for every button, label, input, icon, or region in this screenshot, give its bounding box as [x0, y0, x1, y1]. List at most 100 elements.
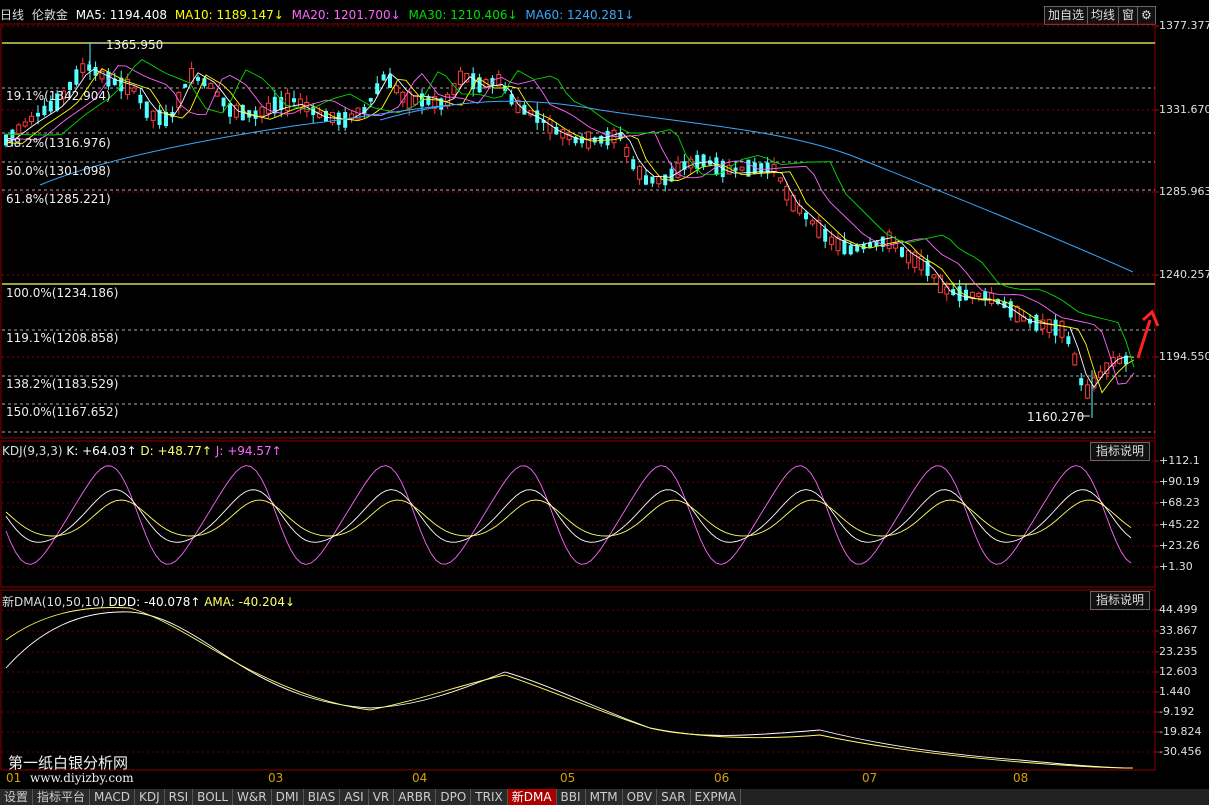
kdj-tick: +68.23 [1159, 496, 1200, 509]
candle-body [957, 286, 962, 302]
candle-body [426, 96, 431, 105]
candle-body [624, 146, 630, 158]
kdj-d-line [5, 499, 1132, 537]
candle-body [599, 135, 604, 144]
tab-bias[interactable]: BIAS [303, 789, 341, 805]
dma-ddd-line [5, 611, 1134, 769]
dma-tick: -9.192 [1159, 705, 1195, 718]
x-tick: 03 [268, 771, 284, 785]
kdj-explain-button[interactable]: 指标说明 [1090, 442, 1150, 461]
tab-sar[interactable]: SAR [657, 789, 691, 805]
candle-body [1117, 356, 1123, 364]
candle-body [74, 69, 79, 85]
candle-body [644, 175, 648, 185]
candle-body [451, 83, 457, 96]
kdj-panel-frame [0, 440, 1156, 588]
candle-body [343, 112, 348, 128]
kdj-tick: +112.1 [1159, 454, 1200, 467]
candle-body [1014, 306, 1020, 323]
kdj-tick: +45.22 [1159, 518, 1200, 531]
x-tick: 05 [560, 771, 576, 785]
candle-body [228, 103, 232, 117]
tab-kdj[interactable]: KDJ [135, 789, 165, 805]
fib-label: 138.2%(1183.529) [6, 377, 119, 391]
candle-body [1046, 319, 1052, 333]
candle-body [809, 220, 815, 225]
dma-tick: 23.235 [1159, 645, 1198, 658]
tab-asi[interactable]: ASI [340, 789, 369, 805]
dma-title: 新DMA(10,50,10) [2, 595, 105, 609]
tab-trix[interactable]: TRIX [471, 789, 508, 805]
candle-body [80, 63, 86, 73]
candle-body [759, 163, 764, 173]
dma-tick: 12.603 [1159, 665, 1198, 678]
dma-explain-button[interactable]: 指标说明 [1090, 591, 1150, 610]
candle-body [637, 165, 643, 180]
candle-body [183, 84, 188, 88]
candle-body [259, 106, 265, 117]
candle-body [650, 176, 655, 184]
tab-boll[interactable]: BOLL [193, 789, 234, 805]
tab-dmi[interactable]: DMI [271, 789, 304, 805]
candle-body [848, 245, 853, 255]
candle-body [457, 70, 463, 86]
tab-mtm[interactable]: MTM [585, 789, 623, 805]
candle-body [406, 91, 412, 109]
tab-vr[interactable]: VR [368, 789, 395, 805]
tab-obv[interactable]: OBV [622, 789, 658, 805]
candle-body [777, 177, 783, 182]
watermark-url: www.diyizby.com [30, 771, 134, 785]
candle-body [144, 101, 149, 118]
candle-body [989, 292, 995, 304]
tab-new-dma[interactable]: 新DMA [507, 789, 557, 805]
tab-arbr[interactable]: ARBR [394, 789, 437, 805]
dma-ama-line [5, 607, 1134, 769]
ma10-line [5, 68, 1135, 394]
candle-body [131, 87, 137, 92]
candle-body [368, 98, 373, 102]
tab-bbi[interactable]: BBI [556, 789, 586, 805]
high-annotation: 1365.950 [106, 38, 164, 52]
tab-indicator-platform[interactable]: 指标平台 [33, 789, 91, 805]
kdj-k-readout: K: +64.03↑ [66, 444, 137, 458]
candle-body [279, 97, 284, 110]
candle-body [1059, 320, 1065, 338]
fib-label: 38.2%(1316.976) [6, 136, 111, 150]
candle-body [221, 97, 226, 107]
candle-body [605, 130, 610, 146]
candle-body [829, 236, 835, 245]
x-tick: 01 [6, 771, 22, 785]
price-tick: 1285.963 [1159, 185, 1209, 198]
candle-body [297, 98, 303, 108]
tab-settings[interactable]: 设置 [0, 789, 34, 805]
tab-dpo[interactable]: DPO [436, 789, 472, 805]
price-tick: 1240.257 [1159, 268, 1209, 281]
chart-canvas[interactable] [0, 0, 1209, 789]
low-annotation: 1160.270 [1027, 410, 1085, 424]
kdj-header: KDJ(9,3,3) K: +64.03↑ D: +48.77↑ J: +94.… [2, 444, 282, 458]
price-tick: 1194.550 [1159, 350, 1209, 363]
candle-body [739, 166, 745, 171]
tab-rsi[interactable]: RSI [164, 789, 194, 805]
ma60-line [379, 100, 1134, 273]
candle-body [1053, 319, 1058, 336]
tab-macd[interactable]: MACD [90, 789, 136, 805]
candle-body [547, 118, 553, 134]
dma-tick: -30.456 [1159, 745, 1202, 758]
price-tick: 1331.670 [1159, 103, 1209, 116]
candle-body [375, 83, 380, 95]
candle-body [87, 64, 92, 71]
candle-body [16, 124, 22, 135]
tab-expma[interactable]: EXPMA [690, 789, 742, 805]
candle-body [36, 112, 40, 117]
candle-body [733, 167, 738, 171]
fib-label: 150.0%(1167.652) [6, 405, 119, 419]
x-tick: 04 [412, 771, 428, 785]
candle-body [701, 154, 706, 167]
fib-label: 50.0%(1301.098) [6, 164, 111, 178]
candle-body [669, 168, 674, 182]
candle-body [900, 247, 904, 257]
tab-wr[interactable]: W&R [233, 789, 272, 805]
kdj-tick: +1.30 [1159, 560, 1193, 573]
x-tick: 06 [714, 771, 730, 785]
